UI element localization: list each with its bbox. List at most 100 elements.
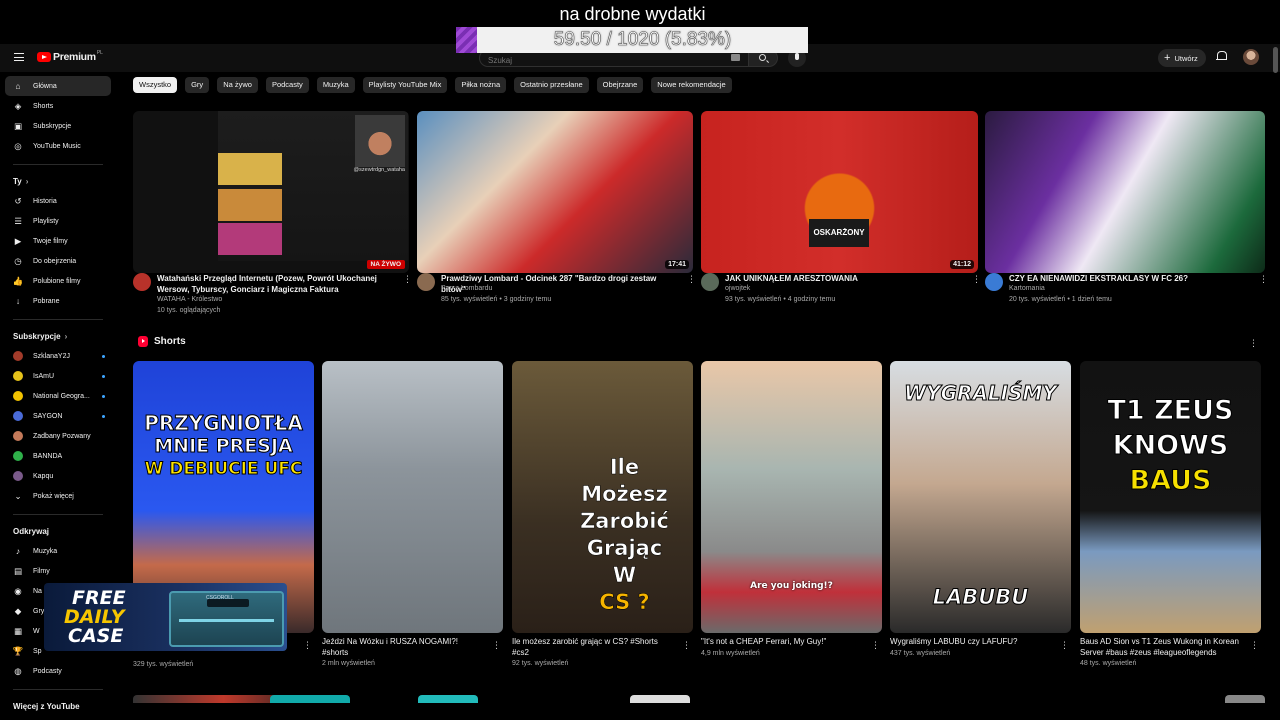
chip-8[interactable]: Obejrzane (596, 77, 644, 93)
video-thumbnail[interactable]: OSKARŻONY 41:12 (701, 111, 978, 273)
youtube-logo[interactable]: Premium PL (37, 50, 103, 63)
you-heading-label: Ty (13, 176, 22, 186)
notifications-icon[interactable] (1216, 51, 1227, 62)
more-options-icon[interactable]: ⋮ (1259, 275, 1268, 284)
sidebar-item-sidebar-main-1[interactable]: ◈ Shorts (5, 96, 111, 116)
sidebar-item-sidebar-main-0[interactable]: ⌂ Główna (5, 76, 111, 96)
create-button[interactable]: + Utwórz (1158, 49, 1206, 67)
channel-avatar[interactable] (133, 273, 151, 291)
channel-name[interactable]: ojwojtek (725, 285, 750, 292)
show-more-label: Pokaż więcej (33, 492, 74, 500)
channel-name[interactable]: WATAHA - Królestwo (157, 296, 222, 303)
video-thumbnail[interactable]: @szewtrdgn_wataha NA ŻYWO (133, 111, 409, 273)
channel-name[interactable]: Pan z Lombardu (441, 285, 492, 292)
new-content-dot (102, 394, 105, 398)
menu-icon[interactable] (14, 53, 24, 61)
sidebar-item-sidebar-main-2[interactable]: ▣ Subskrypcje (5, 116, 111, 136)
video-title[interactable]: JAK UNIKNĄŁEM ARESZTOWANIA (725, 274, 966, 285)
short-thumbnail[interactable]: T1 ZEUS KNOWS BAUS (1080, 361, 1261, 633)
donation-progress-bar: 59.50 / 1020 (5.83%) (456, 27, 808, 53)
subscription-item[interactable]: Kapqu (5, 466, 111, 486)
chip-9[interactable]: Nowe rekomendacje (651, 77, 732, 93)
promo-line-3: CASE (68, 625, 124, 647)
more-options-icon[interactable]: ⋮ (492, 641, 501, 650)
short-thumbnail[interactable]: Are you joking!? (701, 361, 882, 633)
channel-avatar (13, 371, 23, 381)
keyboard-icon[interactable] (731, 54, 740, 61)
home-icon: ⌂ (15, 81, 21, 91)
short-title[interactable]: Jeździ Na Wózku i RUSZA NOGAMI?! #shorts (322, 637, 482, 658)
scrollbar-thumb[interactable] (1273, 47, 1278, 73)
chip-6[interactable]: Piłka nożna (455, 77, 507, 93)
short-meta: Wygraliśmy LABUBU czy LAFUFU? 437 tys. wy… (890, 637, 1069, 657)
account-avatar[interactable] (1243, 49, 1259, 65)
more-options-icon[interactable]: ⋮ (972, 275, 981, 284)
short-title[interactable]: Wygraliśmy LABUBU czy LAFUFU? (890, 637, 1050, 648)
more-options-icon[interactable]: ⋮ (1250, 641, 1259, 650)
you-section-heading[interactable]: Ty › (5, 171, 111, 191)
chip-5[interactable]: Playlisty YouTube Mix (362, 77, 448, 93)
sidebar-item-sidebar-main-3[interactable]: ◎ YouTube Music (5, 136, 111, 156)
subscription-item[interactable]: National Geogra... (5, 386, 111, 406)
subscription-item[interactable]: SzklanaY2J (5, 346, 111, 366)
video-title[interactable]: CZY EA NIENAWIDZI EKSTRAKLASY W FC 26? (1009, 274, 1253, 285)
channel-avatar (13, 391, 23, 401)
show-more-button[interactable]: ⌄ Pokaż więcej (5, 486, 111, 506)
channel-avatar[interactable] (985, 273, 1003, 291)
chip-3[interactable]: Podcasty (265, 77, 309, 93)
shorts-more-icon[interactable]: ⋮ (1249, 339, 1258, 348)
watch-later-icon: ◷ (14, 255, 22, 266)
search-input[interactable] (480, 52, 710, 69)
subscription-item[interactable]: SAYGON (5, 406, 111, 426)
short-thumbnail[interactable] (322, 361, 503, 633)
subscriptions-heading[interactable]: Subskrypcje › (5, 326, 111, 346)
donation-goal-title: na drobne wydatki (559, 4, 706, 24)
sidebar-item-sidebar-you-0[interactable]: ↺ Historia (5, 191, 111, 211)
channel-avatar[interactable] (417, 273, 435, 291)
more-options-icon[interactable]: ⋮ (871, 641, 880, 650)
thumbnail-tile (218, 153, 282, 185)
sidebar-item-sidebar-explore-1[interactable]: ▤ Filmy (5, 561, 111, 581)
sidebar-item-sidebar-you-5[interactable]: ↓ Pobrane (5, 291, 111, 311)
subscription-item[interactable]: BANNDA (5, 446, 111, 466)
subscription-item[interactable]: IsAmU (5, 366, 111, 386)
live-badge: NA ŻYWO (366, 260, 405, 269)
short-thumbnail[interactable]: WYGRALIŚMY LABUBU (890, 361, 1071, 633)
chip-4[interactable]: Muzyka (316, 77, 355, 93)
more-options-icon[interactable]: ⋮ (303, 641, 312, 650)
more-options-icon[interactable]: ⋮ (682, 641, 691, 650)
more-from-youtube-heading: Więcej z YouTube (13, 701, 80, 711)
sidebar-item-sidebar-explore-0[interactable]: ♪ Muzyka (5, 541, 111, 561)
more-options-icon[interactable]: ⋮ (1060, 641, 1069, 650)
video-thumbnail[interactable] (985, 111, 1265, 273)
chip-7[interactable]: Ostatnio przesłane (514, 77, 589, 93)
your-videos-icon: ▶ (14, 235, 22, 246)
chip-1[interactable]: Gry (185, 77, 210, 93)
short-thumbnail[interactable]: Ile Możesz Zarobić Grając W CS ? (512, 361, 693, 633)
more-options-icon[interactable]: ⋮ (687, 275, 696, 284)
chip-2[interactable]: Na żywo (217, 77, 258, 93)
short-title[interactable]: Baus AD Sion vs T1 Zeus Wukong in Korean… (1080, 637, 1240, 658)
short-overlay-text: W (612, 563, 637, 588)
chip-0[interactable]: Wszystko (133, 77, 178, 93)
short-views: 92 tys. wyświetleń (512, 660, 569, 667)
subscription-item[interactable]: Zadbany Pozwany (5, 426, 111, 446)
sidebar-item-sidebar-you-4[interactable]: 👍 Polubione filmy (5, 271, 111, 291)
sidebar-item-label: W (33, 627, 40, 635)
channel-avatar (13, 471, 23, 481)
channel-name[interactable]: Kartomania (1009, 285, 1045, 292)
short-overlay-text: LABUBU (932, 585, 1029, 610)
more-options-icon[interactable]: ⋮ (403, 275, 412, 284)
subscription-label: IsAmU (33, 372, 54, 380)
channel-avatar[interactable] (701, 273, 719, 291)
sidebar-item-sidebar-explore-6[interactable]: ◍ Podcasty (5, 661, 111, 681)
short-title[interactable]: "It's not a CHEAP Ferrari, My Guy!" (701, 637, 861, 648)
video-title[interactable]: Watahański Przegląd Internetu (Pozew, Po… (157, 274, 397, 295)
video-thumbnail[interactable]: 17:41 (417, 111, 693, 273)
sidebar-item-sidebar-you-3[interactable]: ◷ Do obejrzenia (5, 251, 111, 271)
short-title[interactable]: Ile możesz zarobić grając w CS? #Shorts … (512, 637, 672, 658)
sidebar-item-sidebar-you-2[interactable]: ▶ Twoje filmy (5, 231, 111, 251)
create-label: Utwórz (1174, 53, 1198, 63)
sidebar-item-sidebar-you-1[interactable]: ☰ Playlisty (5, 211, 111, 231)
short-views: 437 tys. wyświetleń (890, 649, 951, 657)
